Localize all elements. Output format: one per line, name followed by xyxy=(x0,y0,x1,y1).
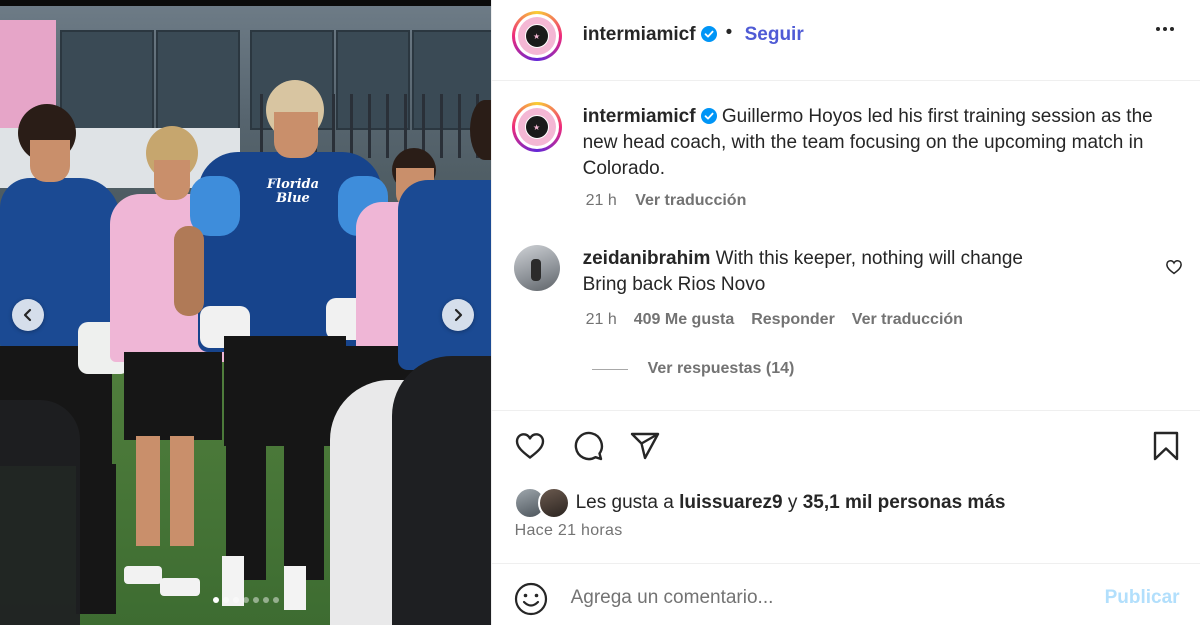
follow-button[interactable]: Seguir xyxy=(745,24,804,46)
commenter-username[interactable]: zeidanibrahim xyxy=(583,248,711,269)
bookmark-icon[interactable] xyxy=(1150,430,1182,462)
carousel-dot xyxy=(232,597,239,603)
carousel-dot xyxy=(242,597,249,603)
caption-time[interactable]: 21 h xyxy=(586,192,617,209)
carousel-dot xyxy=(252,597,259,603)
jersey-logo: Florida Blue xyxy=(258,178,328,206)
author-avatar[interactable]: ★ xyxy=(511,11,562,61)
chevron-left-icon xyxy=(23,308,32,322)
likes-prefix: Les gusta a xyxy=(575,492,674,513)
caption-avatar[interactable]: ★ xyxy=(511,102,562,152)
share-icon[interactable] xyxy=(629,430,661,462)
post-timestamp[interactable]: Hace 21 horas xyxy=(515,522,623,540)
comment-composer: Agrega un comentario... Publicar xyxy=(491,563,1200,626)
jersey-text-2: Blue xyxy=(276,191,310,206)
likes-user[interactable]: luissuarez9 xyxy=(679,492,783,513)
comment-like-icon[interactable] xyxy=(1165,258,1183,276)
post-header: ★ intermiamicf • Seguir xyxy=(491,0,1200,81)
comment-icon[interactable] xyxy=(572,430,604,462)
post-caption: intermiamicf Guillermo Hoyos led his fir… xyxy=(583,104,1163,182)
comment-likes[interactable]: 409 Me gusta xyxy=(634,311,734,329)
comment-meta: 21 h 409 Me gusta Responder Ver traducci… xyxy=(586,311,963,329)
comment-line-2: Bring back Rios Novo xyxy=(582,274,766,295)
emoji-icon[interactable] xyxy=(514,582,548,616)
caption-meta: 21 h Ver traducción xyxy=(586,192,747,210)
liker-avatar[interactable] xyxy=(537,487,570,519)
likes-connector: y xyxy=(787,492,798,513)
verified-icon xyxy=(700,108,717,124)
author-username[interactable]: intermiamicf xyxy=(583,24,717,46)
view-replies-label: Ver respuestas (14) xyxy=(647,360,795,377)
publish-button[interactable]: Publicar xyxy=(1105,587,1180,609)
post-details: ★ intermiamicf • Seguir ★ intermiamicf G… xyxy=(490,0,1200,626)
post-modal: Florida Blue ★ intermiamicf • Seguir ★ i… xyxy=(0,0,1200,625)
carousel-prev-button[interactable] xyxy=(12,299,44,331)
more-options-icon[interactable] xyxy=(1155,27,1174,31)
caption-username[interactable]: intermiamicf xyxy=(583,106,717,127)
comment: zeidanibrahim With this keeper, nothing … xyxy=(583,246,1103,298)
carousel-next-button[interactable] xyxy=(442,299,474,331)
post-image[interactable]: Florida Blue xyxy=(0,0,491,625)
heart-icon[interactable] xyxy=(514,430,546,462)
chevron-right-icon xyxy=(454,308,463,322)
comment-input[interactable]: Agrega un comentario... xyxy=(571,587,774,609)
carousel-dot xyxy=(272,597,279,603)
carousel-dot xyxy=(212,597,219,603)
header-separator: • xyxy=(725,22,733,43)
carousel-dot xyxy=(262,597,269,603)
carousel-dot xyxy=(222,597,229,603)
comment-translate-button[interactable]: Ver traducción xyxy=(852,311,963,329)
caption-translate-button[interactable]: Ver traducción xyxy=(635,192,746,209)
carousel-indicator xyxy=(0,597,491,603)
view-replies-button[interactable]: Ver respuestas (14) xyxy=(591,360,795,378)
comment-time[interactable]: 21 h xyxy=(586,311,617,329)
commenter-avatar[interactable] xyxy=(513,245,560,291)
action-bar xyxy=(491,410,1200,411)
verified-icon xyxy=(700,26,717,42)
reply-button[interactable]: Responder xyxy=(751,311,835,329)
comment-line-1: With this keeper, nothing will change xyxy=(715,248,1023,269)
likes-summary: Les gusta a luissuarez9 y 35,1 mil perso… xyxy=(513,487,1006,519)
jersey-text-1: Florida xyxy=(266,177,320,192)
likes-others[interactable]: 35,1 mil personas más xyxy=(803,492,1006,513)
